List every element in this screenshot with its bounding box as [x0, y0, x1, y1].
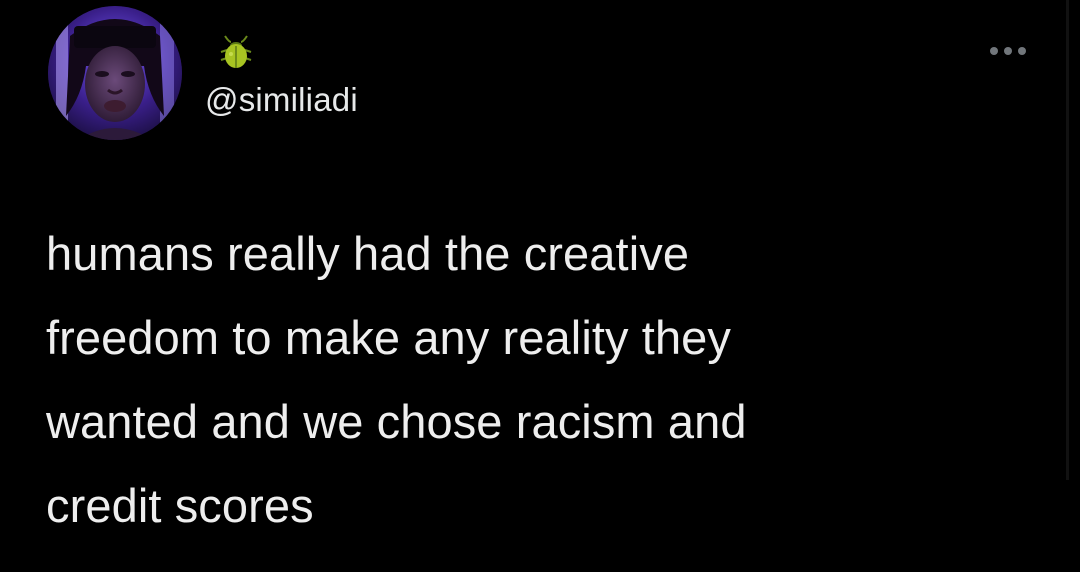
more-options-button[interactable] [985, 38, 1031, 64]
tweet-text: humans really had the creative freedom t… [46, 212, 1036, 548]
tweet-text-line: freedom to make any reality they [46, 311, 732, 364]
avatar[interactable] [48, 6, 182, 140]
tweet-text-line: humans really had the creative [46, 227, 690, 280]
avatar-image [48, 6, 182, 140]
more-horizontal-icon [990, 47, 1026, 55]
tweet-text-line: credit scores [46, 479, 314, 532]
beetle-emoji-icon [211, 24, 261, 70]
tweet-card: @similiadi humans really had the creativ… [0, 0, 1080, 572]
right-edge-divider [1066, 0, 1069, 480]
user-handle[interactable]: @similiadi [205, 80, 358, 120]
tweet-text-line: wanted and we chose racism and [46, 395, 747, 448]
